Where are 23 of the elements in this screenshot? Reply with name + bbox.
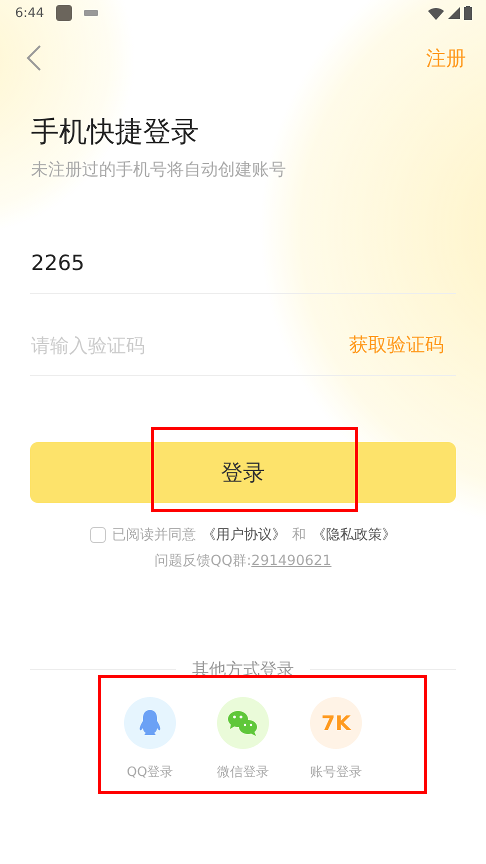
- page-subtitle: 未注册过的手机号将自动创建账号: [31, 159, 287, 182]
- page-title: 手机快捷登录: [31, 114, 200, 150]
- terms-link[interactable]: 《用户协议》: [202, 526, 286, 544]
- battery-icon: [464, 6, 472, 20]
- back-icon[interactable]: [26, 44, 42, 72]
- group-number-link[interactable]: 291490621: [251, 553, 332, 569]
- app-notification-icon: [56, 5, 72, 21]
- get-code-button[interactable]: 获取验证码: [343, 315, 456, 375]
- penguin-icon: [138, 709, 162, 737]
- signal-icon: [448, 7, 460, 19]
- agreement-text: 已阅读并同意: [112, 526, 196, 544]
- feedback-text: 问题反馈QQ群:291490621: [154, 552, 332, 570]
- phone-input-field[interactable]: 2265: [30, 233, 456, 293]
- wifi-icon: [428, 6, 444, 20]
- logo-text: 7K: [321, 711, 351, 735]
- keyboard-icon: [84, 10, 98, 16]
- login-button[interactable]: 登录: [30, 442, 456, 503]
- conjunction-text: 和: [292, 526, 306, 544]
- privacy-link[interactable]: 《隐私政策》: [312, 526, 396, 544]
- chat-bubbles-icon: [227, 709, 259, 737]
- status-time: 6:44: [15, 6, 44, 20]
- agree-checkbox[interactable]: [90, 527, 106, 543]
- register-link[interactable]: 注册: [426, 44, 466, 72]
